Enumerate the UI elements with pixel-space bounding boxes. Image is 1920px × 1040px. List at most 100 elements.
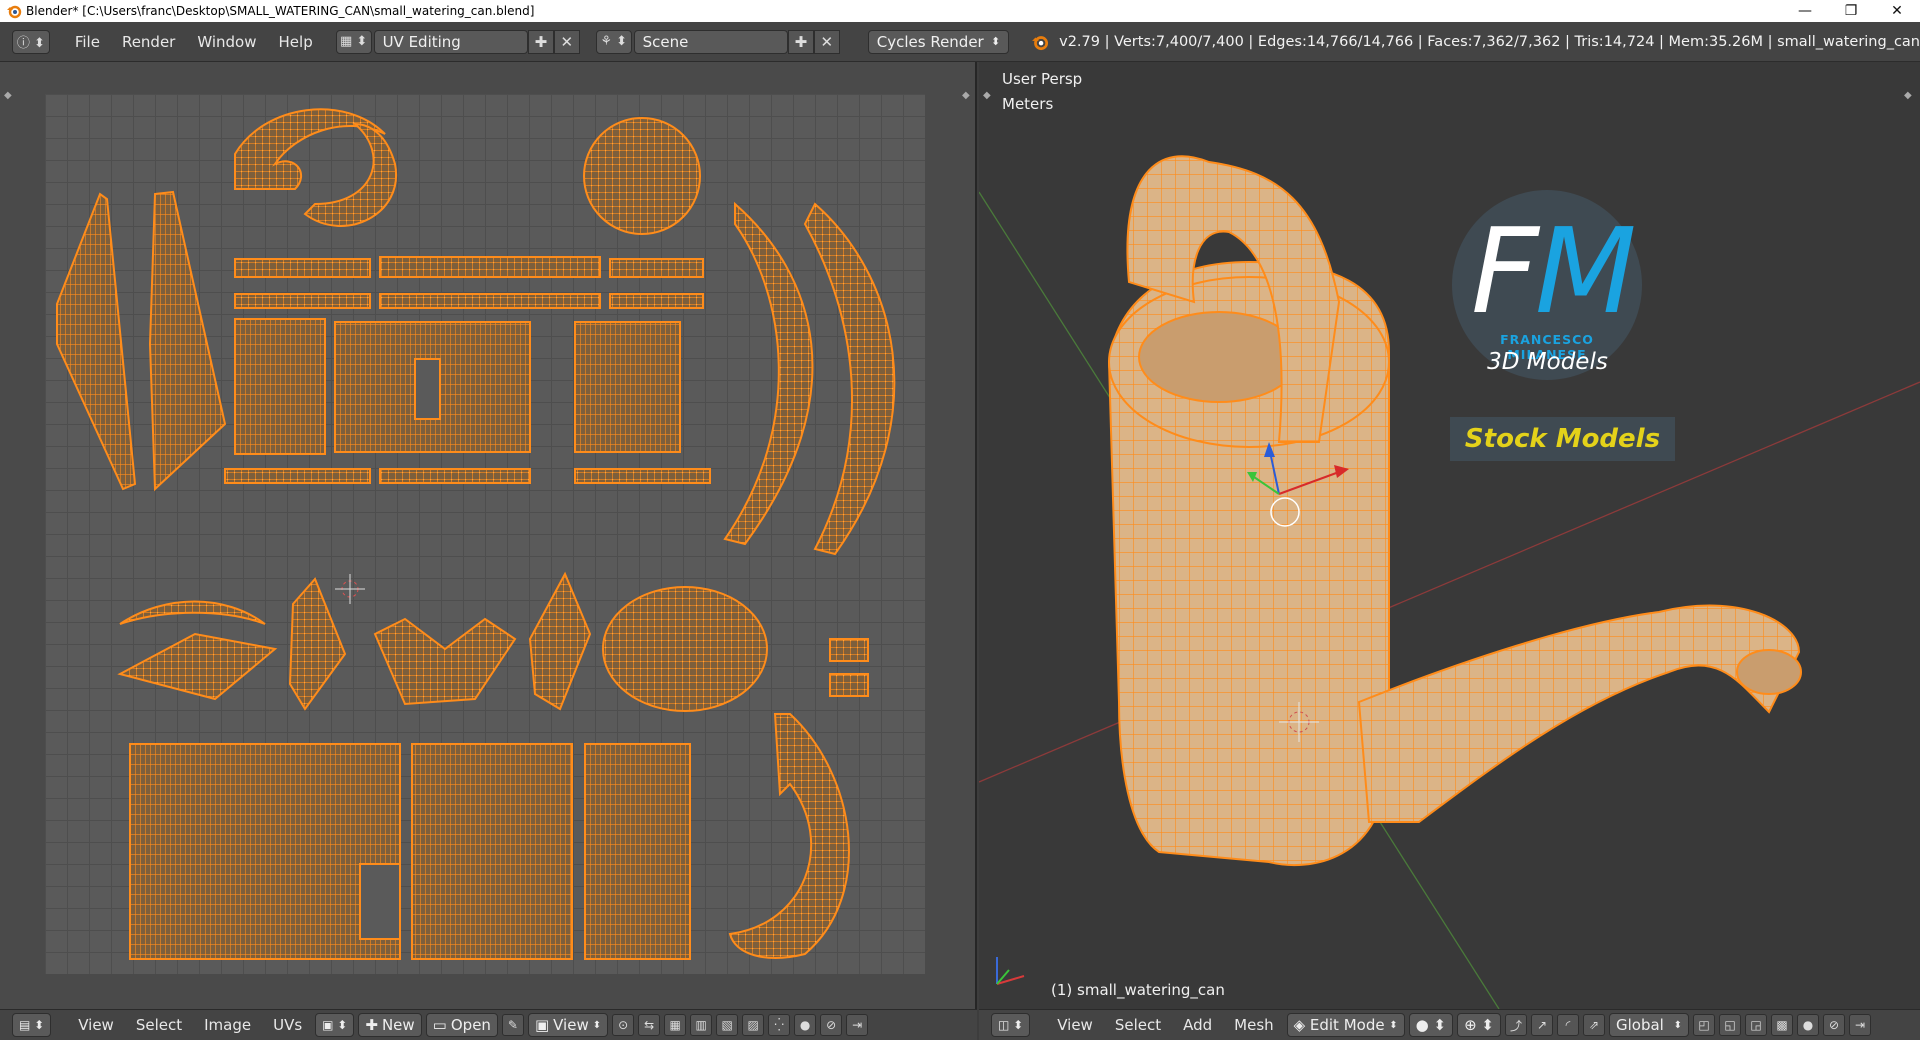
scale-manipulator-icon[interactable]: ⇗ xyxy=(1583,1014,1605,1036)
snap-toggle-icon[interactable]: ⊘ xyxy=(1823,1014,1845,1036)
uv-menu-uvs[interactable]: UVs xyxy=(262,1016,313,1034)
menu-window[interactable]: Window xyxy=(186,33,267,51)
viewport-header: ◫ ⬍ View Select Add Mesh ◈ Edit Mode ⬍ ●… xyxy=(979,1009,1920,1040)
pivot-icon[interactable]: ⊙ xyxy=(612,1014,635,1036)
uv-island xyxy=(728,713,850,959)
add-layout-button[interactable]: ✚ xyxy=(527,29,554,54)
open-image-button[interactable]: ▭ Open xyxy=(425,1013,498,1037)
menu-render[interactable]: Render xyxy=(111,33,186,51)
viewport-editor-type-button[interactable]: ◫ ⬍ xyxy=(991,1013,1031,1037)
uv-island xyxy=(234,318,326,455)
mode-dropdown[interactable]: ◈ Edit Mode ⬍ xyxy=(1286,1013,1405,1037)
watermark-subtitle: 3D Models xyxy=(1487,349,1608,375)
plus-icon: ✚ xyxy=(534,32,548,51)
view-mode-icon: ▣ xyxy=(534,1016,550,1034)
rotate-manipulator-icon[interactable]: ◜ xyxy=(1557,1014,1579,1036)
watermark-badge: Stock Models xyxy=(1450,417,1675,461)
sticky-mode-icon[interactable]: ⁛ xyxy=(768,1014,791,1036)
uv-island xyxy=(303,122,398,227)
vertex-select-mode-icon[interactable]: ◰ xyxy=(1693,1014,1715,1036)
open-image-label: Open xyxy=(450,1016,491,1034)
3d-viewport[interactable]: ◆ ◆ User Persp Meters FM FRANCESCO MILAN… xyxy=(979,62,1920,1009)
pivot-point-icon: ⊕ ⬍ xyxy=(1464,1016,1494,1034)
toolbar-toggle-icon[interactable]: ◆ xyxy=(4,90,12,101)
face-select-icon[interactable]: ▧ xyxy=(716,1014,739,1036)
viewport-menu-select[interactable]: Select xyxy=(1104,1016,1172,1034)
add-scene-button[interactable]: ✚ xyxy=(787,29,814,54)
plus-icon: ✚ xyxy=(794,32,808,51)
delete-scene-button[interactable]: ✕ xyxy=(813,29,840,54)
island-select-icon[interactable]: ▨ xyxy=(742,1014,765,1036)
uv-island xyxy=(119,600,266,625)
uv-island xyxy=(234,108,386,190)
dropdown-arrows-icon: ⬍ xyxy=(1389,1019,1398,1031)
translate-manipulator-icon[interactable]: ↗ xyxy=(1531,1014,1553,1036)
uv-islands[interactable] xyxy=(45,94,925,974)
plus-icon: ✚ xyxy=(365,1016,378,1034)
uv-island xyxy=(803,202,896,556)
face-select-mode-icon[interactable]: ◲ xyxy=(1745,1014,1767,1036)
render-engine-dropdown[interactable]: Cycles Render ⬍ xyxy=(867,29,1010,54)
blender-window: Blender* [C:\Users\franc\Desktop\SMALL_W… xyxy=(0,0,1920,1040)
snap-target-icon[interactable]: ⇥ xyxy=(846,1014,869,1036)
proportional-editing-icon[interactable]: ● xyxy=(1797,1014,1819,1036)
window-titlebar: Blender* [C:\Users\franc\Desktop\SMALL_W… xyxy=(0,0,1920,22)
manipulator-toggle-icon[interactable]: ⤴ xyxy=(1505,1014,1527,1036)
editor-type-button[interactable]: ▤ ⬍ xyxy=(12,1013,52,1037)
viewport-menu-view[interactable]: View xyxy=(1046,1016,1104,1034)
sync-selection-icon[interactable]: ⇆ xyxy=(638,1014,661,1036)
menu-help[interactable]: Help xyxy=(268,33,324,51)
solid-shading-icon: ● ⬍ xyxy=(1415,1016,1447,1034)
properties-toggle-icon[interactable]: ◆ xyxy=(962,90,970,101)
delete-layout-button[interactable]: ✕ xyxy=(553,29,580,54)
scene-field[interactable]: Scene xyxy=(633,29,788,54)
maximize-button[interactable]: ❐ xyxy=(1828,0,1874,22)
pin-icon[interactable]: ✎ xyxy=(501,1014,524,1036)
new-image-button[interactable]: ✚ New xyxy=(358,1013,422,1037)
pivot-dropdown[interactable]: ⊕ ⬍ xyxy=(1457,1013,1501,1037)
screen-layout-selector[interactable]: ▦ ⬍ xyxy=(335,29,372,54)
proportional-edit-icon[interactable]: ● xyxy=(794,1014,817,1036)
image-browse-icon: ▣ ⬍ xyxy=(322,1018,348,1032)
uv-image-editor[interactable]: ◆ ◆ xyxy=(0,62,977,1009)
uv-menu-image[interactable]: Image xyxy=(193,1016,262,1034)
viewport-menu-mesh[interactable]: Mesh xyxy=(1223,1016,1285,1034)
uv-island xyxy=(723,201,814,546)
viewport-menu-add[interactable]: Add xyxy=(1172,1016,1223,1034)
x-icon: ✕ xyxy=(560,32,574,51)
edge-select-mode-icon[interactable]: ◱ xyxy=(1719,1014,1741,1036)
uv-island xyxy=(574,468,711,484)
close-button[interactable]: ✕ xyxy=(1874,0,1920,22)
snap-element-icon[interactable]: ⇥ xyxy=(1849,1014,1871,1036)
browse-image-button[interactable]: ▣ ⬍ xyxy=(315,1013,355,1037)
shading-dropdown[interactable]: ● ⬍ xyxy=(1408,1013,1454,1037)
uv-menu-view[interactable]: View xyxy=(67,1016,125,1034)
uv-island xyxy=(609,258,704,278)
viewport-scene[interactable] xyxy=(979,62,1920,1009)
uv-island xyxy=(528,571,592,711)
uv-island xyxy=(373,617,517,706)
uv-island xyxy=(379,468,531,484)
scene-icon: ⚘ ⬍ xyxy=(600,34,627,49)
snap-icon[interactable]: ⊘ xyxy=(820,1014,843,1036)
blender-logo-icon xyxy=(1032,35,1049,50)
orientation-dropdown[interactable]: Global ⬍ xyxy=(1609,1013,1689,1037)
uv-island xyxy=(288,577,347,711)
uv-grid[interactable] xyxy=(45,94,925,974)
edge-select-icon[interactable]: ▥ xyxy=(690,1014,713,1036)
vertex-select-icon[interactable]: ▦ xyxy=(664,1014,687,1036)
uv-menu-select[interactable]: Select xyxy=(125,1016,193,1034)
scene-selector[interactable]: ⚘ ⬍ xyxy=(595,29,632,54)
info-menus: File Render Window Help xyxy=(64,33,324,51)
view-mode-dropdown[interactable]: ▣ View ⬍ xyxy=(527,1013,609,1037)
scene-name: Scene xyxy=(642,32,689,51)
screen-layout-field[interactable]: UV Editing xyxy=(373,29,528,54)
occlude-geometry-icon[interactable]: ▩ xyxy=(1771,1014,1793,1036)
minimize-button[interactable]: — xyxy=(1782,0,1828,22)
menu-file[interactable]: File xyxy=(64,33,111,51)
layout-grid-icon: ▦ ⬍ xyxy=(339,34,368,49)
active-object-label: (1) small_watering_can xyxy=(1051,981,1225,999)
uv-island xyxy=(224,468,371,484)
editor-type-info-button[interactable]: ⓘ ⬍ xyxy=(12,29,50,54)
x-icon: ✕ xyxy=(820,32,834,51)
